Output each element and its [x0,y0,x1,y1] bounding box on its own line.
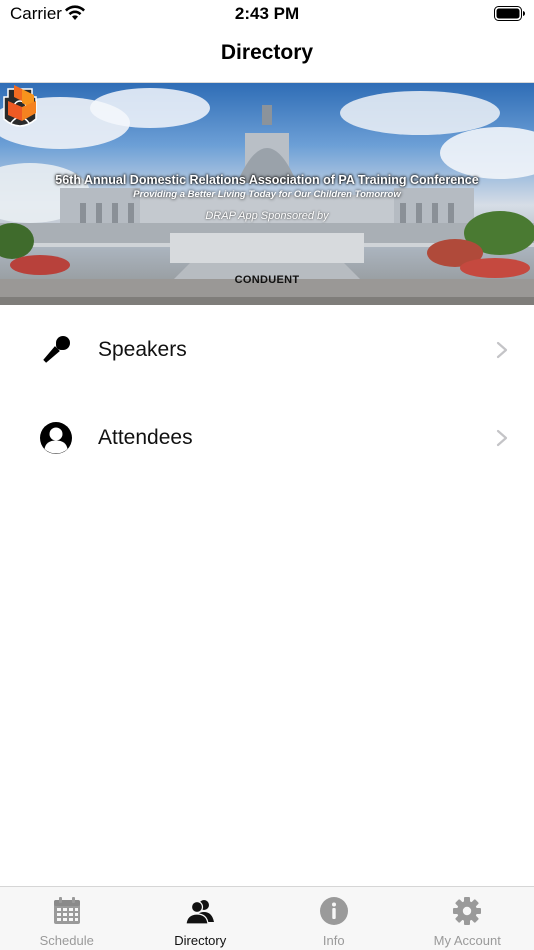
tab-label: My Account [433,933,501,948]
conduent-logo-icon [8,85,36,121]
status-bar: Carrier 2:43 PM [0,0,534,28]
tab-bar: Schedule Directory Info My Account [0,886,534,950]
conference-banner: 56th Annual Domestic Relations Associati… [0,83,534,305]
tab-label: Info [322,933,345,948]
page-title: Directory [220,41,314,64]
banner-title: 56th Annual Domestic Relations Associati… [55,173,479,187]
list-item-speakers[interactable]: Speakers [0,306,534,394]
tab-my-account[interactable]: My Account [401,887,534,950]
app-screen: Carrier 2:43 PM Directory 56th Annual Do… [0,0,534,950]
chevron-right-icon [496,429,508,447]
brand-name: CONDUENT [234,274,300,286]
sponsor-label: DRAP App Sponsored by [205,210,329,222]
navigation-bar: Directory [0,28,534,83]
tab-label: Directory [174,933,227,948]
tab-info[interactable]: Info [267,887,401,950]
list-item-label: Speakers [98,338,187,361]
clock: 2:43 PM [234,4,300,23]
chevron-right-icon [496,341,508,359]
directory-list: Speakers Attendees [0,306,534,482]
tab-directory[interactable]: Directory [134,887,268,950]
banner-subtitle: Providing a Better Living Today for Our … [133,189,401,200]
calendar-icon [53,897,80,924]
tab-schedule[interactable]: Schedule [0,887,134,950]
info-icon [319,897,348,925]
gear-icon [453,897,482,925]
tab-label: Schedule [39,933,94,948]
person-icon [40,422,72,454]
battery-icon [494,6,525,21]
microphone-icon [43,336,70,363]
list-item-label: Attendees [98,426,193,449]
list-item-attendees[interactable]: Attendees [0,394,534,482]
people-icon [185,900,215,925]
